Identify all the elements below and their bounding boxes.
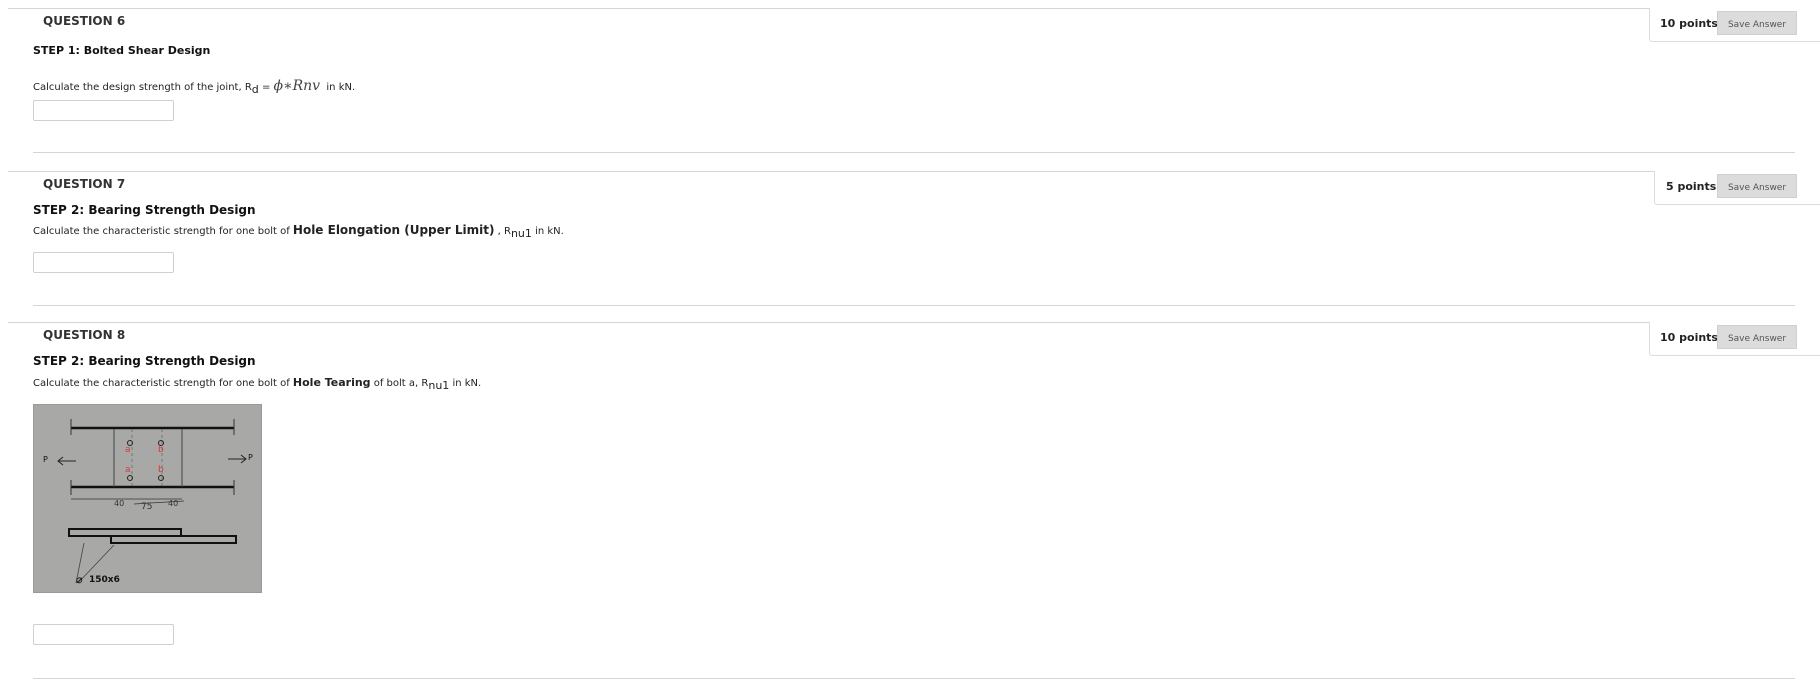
save-answer-button[interactable]: Save Answer <box>1717 174 1797 198</box>
load-label-left: P <box>43 455 48 464</box>
question-divider <box>8 322 1820 323</box>
step-heading: STEP 2: Bearing Strength Design <box>33 203 256 217</box>
prompt-suffix: in kN. <box>531 226 564 237</box>
prompt-equals: = <box>258 82 274 93</box>
save-answer-button[interactable]: Save Answer <box>1717 11 1797 35</box>
points-box: 5 points Save Answer <box>1654 171 1820 205</box>
question-title: QUESTION 7 <box>43 177 126 191</box>
bolt-label-a: a <box>125 445 131 455</box>
question-title: QUESTION 6 <box>43 14 126 28</box>
prompt-emphasis: Hole Elongation (Upper Limit) <box>292 223 495 237</box>
step-heading: STEP 2: Bearing Strength Design <box>33 354 256 368</box>
prompt-emphasis: Hole Tearing <box>292 376 371 389</box>
dimension-label: 75 <box>141 502 153 512</box>
prompt-suffix: in kN. <box>449 378 482 389</box>
formula-image: ϕ∗Rnv <box>273 78 321 94</box>
save-answer-button[interactable]: Save Answer <box>1717 325 1797 349</box>
prompt-suffix: in kN. <box>320 82 356 93</box>
answer-input[interactable] <box>33 624 174 645</box>
question-end-divider <box>33 152 1795 153</box>
answer-input[interactable] <box>33 100 174 121</box>
diameter-icon: ⌀ <box>76 573 83 586</box>
points-box: 10 points Save Answer <box>1649 8 1820 42</box>
bolted-joint-figure: P P a b a b 40 75 40 ⌀ 150x6 <box>33 404 262 593</box>
plate-size-label: 150x6 <box>89 575 120 585</box>
question-8: QUESTION 8 10 points Save Answer STEP 2:… <box>0 322 1820 682</box>
dimension-label: 40 <box>168 499 179 508</box>
points-label: 10 points <box>1660 331 1718 344</box>
prompt-text: Calculate the design strength of the joi… <box>33 82 252 93</box>
question-6: QUESTION 6 10 points Save Answer STEP 1:… <box>0 8 1820 153</box>
question-title: QUESTION 8 <box>43 328 126 342</box>
question-7: QUESTION 7 5 points Save Answer STEP 2: … <box>0 171 1820 306</box>
question-divider <box>8 8 1820 9</box>
points-label: 10 points <box>1660 17 1718 30</box>
question-end-divider <box>33 678 1795 679</box>
question-divider <box>8 171 1820 172</box>
bolt-label-a: a <box>125 465 131 475</box>
bolt-label-b: b <box>158 445 164 455</box>
prompt-text: Calculate the characteristic strength fo… <box>33 378 293 389</box>
bolt-label-b: b <box>158 465 164 475</box>
points-box: 10 points Save Answer <box>1649 322 1820 356</box>
question-end-divider <box>33 305 1795 306</box>
answer-input[interactable] <box>33 252 174 273</box>
prompt-middle: of bolt a, R <box>370 378 429 389</box>
prompt-subscript: nu1 <box>510 227 532 240</box>
dimension-label: 40 <box>114 499 125 508</box>
points-label: 5 points <box>1666 180 1717 193</box>
question-prompt: Calculate the characteristic strength fo… <box>33 376 482 392</box>
joint-sketch <box>57 419 247 584</box>
load-label-right: P <box>248 453 253 462</box>
prompt-subscript: nu1 <box>428 379 450 392</box>
prompt-text: Calculate the characteristic strength fo… <box>33 226 293 237</box>
question-prompt: Calculate the design strength of the joi… <box>33 78 356 96</box>
step-heading: STEP 1: Bolted Shear Design <box>33 44 211 57</box>
prompt-subscript: d <box>251 83 259 96</box>
prompt-middle: , R <box>494 226 511 237</box>
question-prompt: Calculate the characteristic strength fo… <box>33 223 564 240</box>
